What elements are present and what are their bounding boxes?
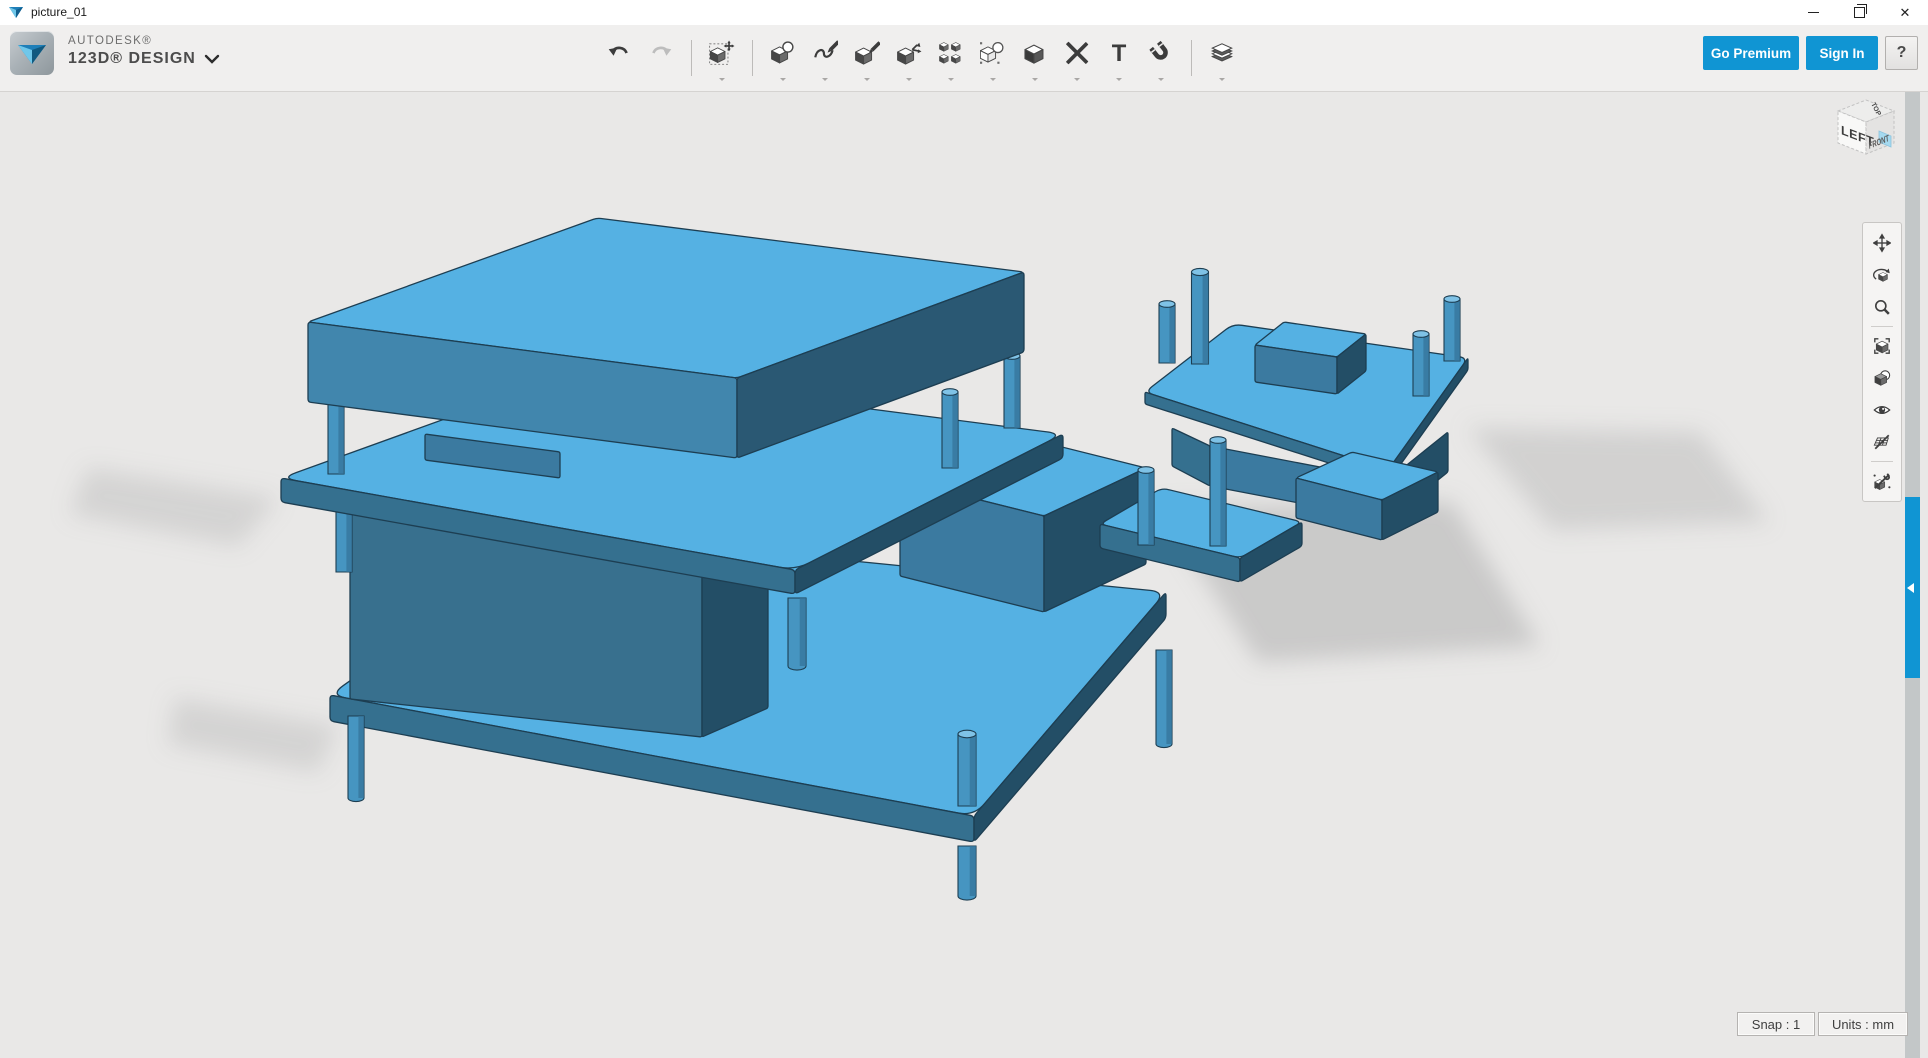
nav-pan-button[interactable] xyxy=(1867,227,1897,259)
toolbar-sketch-button[interactable] xyxy=(806,32,844,84)
nav-zoom-button[interactable] xyxy=(1867,291,1897,323)
dropdown-caret-icon xyxy=(1116,78,1122,81)
dropdown-caret-icon xyxy=(990,78,996,81)
dropdown-caret-icon xyxy=(780,78,786,81)
dropdown-caret-icon xyxy=(948,78,954,81)
snap-icon xyxy=(1148,40,1174,66)
brand-line1: AUTODESK® xyxy=(68,35,196,48)
text-icon: T xyxy=(1106,40,1132,66)
dropdown-caret-icon xyxy=(1032,78,1038,81)
dropdown-caret-icon xyxy=(1219,78,1225,81)
minimize-button[interactable] xyxy=(1790,0,1836,25)
toolbar-primitives-button[interactable] xyxy=(764,32,802,84)
close-button[interactable]: ✕ xyxy=(1882,0,1928,25)
shade-icon xyxy=(1873,367,1891,389)
combine-icon xyxy=(1022,40,1048,66)
main-toolbar: T xyxy=(598,28,1243,88)
nav-snap-toggle-button[interactable] xyxy=(1867,465,1897,497)
window-title: picture_01 xyxy=(31,5,87,19)
dropdown-caret-icon xyxy=(1074,78,1080,81)
panel-expander-arrow-icon xyxy=(1907,583,1914,593)
minimize-icon xyxy=(1808,12,1819,13)
close-icon: ✕ xyxy=(1900,6,1911,19)
panel-expander-handle[interactable] xyxy=(1905,497,1920,678)
measure-icon xyxy=(1064,40,1090,66)
chevron-down-icon xyxy=(204,54,220,64)
undo-icon xyxy=(606,40,632,66)
toolbar-modify-button[interactable] xyxy=(890,32,928,84)
right-panel-strip xyxy=(1905,92,1920,1058)
main-menu-chevron-button[interactable] xyxy=(198,47,224,69)
restore-button[interactable] xyxy=(1836,0,1882,25)
app-icon xyxy=(8,5,24,20)
orbit-icon xyxy=(1873,264,1891,286)
toolbar-separator xyxy=(752,40,753,76)
construct-icon xyxy=(854,40,880,66)
toolbar-combine-button[interactable] xyxy=(1016,32,1054,84)
view-cube[interactable]: TOP LEFT FRONT xyxy=(1824,92,1910,176)
grid-toggle-icon xyxy=(1873,431,1891,453)
toolbar-text-button[interactable]: T xyxy=(1100,32,1138,84)
grouping-icon xyxy=(980,40,1006,66)
dropdown-caret-icon xyxy=(822,78,828,81)
nav-grid-toggle-button[interactable] xyxy=(1867,426,1897,458)
toolbar-construct-button[interactable] xyxy=(848,32,886,84)
navigation-rail xyxy=(1862,222,1902,502)
restore-icon xyxy=(1854,7,1865,18)
toolbar-material-button[interactable] xyxy=(1203,32,1241,84)
title-bar: picture_01 ✕ xyxy=(0,0,1928,26)
toolbar-separator xyxy=(691,40,692,76)
fit-icon xyxy=(1873,335,1891,357)
pan-icon xyxy=(1873,232,1891,254)
toolbar-measure-button[interactable] xyxy=(1058,32,1096,84)
dropdown-caret-icon xyxy=(1158,78,1164,81)
units-setting-badge[interactable]: Units : mm xyxy=(1818,1012,1908,1036)
nav-visibility-button[interactable] xyxy=(1867,394,1897,426)
material-icon xyxy=(1209,40,1235,66)
toolbar-grouping-button[interactable] xyxy=(974,32,1012,84)
go-premium-button[interactable]: Go Premium xyxy=(1703,36,1799,70)
zoom-icon xyxy=(1873,296,1891,318)
brand-block: AUTODESK® 123D® DESIGN xyxy=(68,35,196,67)
toolbar-transform-button[interactable] xyxy=(703,32,741,84)
modify-icon xyxy=(896,40,922,66)
primitives-icon xyxy=(770,40,796,66)
toolbar-snap-button[interactable] xyxy=(1142,32,1180,84)
redo-icon xyxy=(648,40,674,66)
help-button[interactable]: ? xyxy=(1885,36,1918,70)
pattern-icon xyxy=(938,40,964,66)
svg-text:T: T xyxy=(1112,40,1127,66)
autodesk-123d-logo[interactable] xyxy=(10,31,54,75)
dropdown-caret-icon xyxy=(719,78,725,81)
3d-viewport[interactable]: TOP LEFT FRONT Snap : 1 Units : mm xyxy=(0,92,1928,1058)
dropdown-caret-icon xyxy=(864,78,870,81)
toolbar-separator xyxy=(1191,40,1192,76)
snap-toggle-icon xyxy=(1873,470,1891,492)
nav-orbit-button[interactable] xyxy=(1867,259,1897,291)
visibility-icon xyxy=(1873,399,1891,421)
app-header: AUTODESK® 123D® DESIGN T Go Premium Sign… xyxy=(0,25,1928,92)
nav-shade-button[interactable] xyxy=(1867,362,1897,394)
toolbar-pattern-button[interactable] xyxy=(932,32,970,84)
toolbar-redo-button[interactable] xyxy=(642,32,680,84)
sign-in-button[interactable]: Sign In xyxy=(1806,36,1878,70)
navrail-separator xyxy=(1871,461,1893,462)
logo-triangle-icon xyxy=(10,31,54,75)
3d-viewport-scene xyxy=(0,92,1928,1058)
brand-line2: 123D® DESIGN xyxy=(68,50,196,68)
nav-fit-button[interactable] xyxy=(1867,330,1897,362)
dropdown-caret-icon xyxy=(906,78,912,81)
toolbar-undo-button[interactable] xyxy=(600,32,638,84)
sketch-icon xyxy=(812,40,838,66)
transform-icon xyxy=(709,40,735,66)
snap-setting-badge[interactable]: Snap : 1 xyxy=(1737,1012,1815,1036)
navrail-separator xyxy=(1871,326,1893,327)
